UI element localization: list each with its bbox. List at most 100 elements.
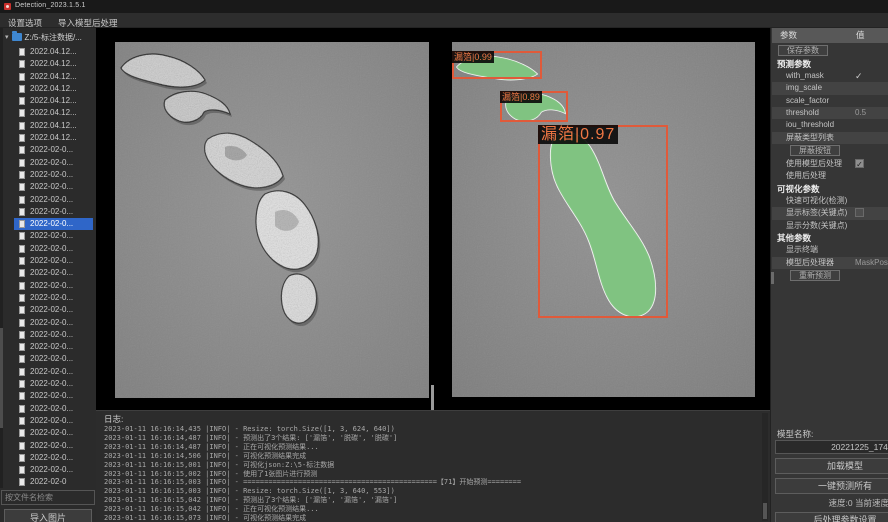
tree-item[interactable]: 2022-02-0... <box>14 218 93 230</box>
panel-splitter[interactable] <box>429 28 452 410</box>
tree-item-label: 2022-02-0... <box>30 182 73 191</box>
check-icon: ✓ <box>855 71 863 81</box>
param-label: 显示终端 <box>786 244 818 256</box>
tree-item[interactable]: 2022.04.12... <box>0 58 93 70</box>
tree-item[interactable]: 2022-02-0... <box>0 415 93 427</box>
tree-item[interactable]: 2022-02-0... <box>0 390 93 402</box>
tree-item[interactable]: 2022-02-0... <box>0 144 93 156</box>
tree-item[interactable]: 2022-02-0... <box>0 317 93 329</box>
detection-bounding-box: 漏箔|0.89 <box>500 91 568 122</box>
predict-all-button[interactable]: 一键预测所有 <box>775 478 888 494</box>
tree-item[interactable]: 2022-02-0... <box>0 452 93 464</box>
param-row[interactable]: 使用模型后处理✓ <box>772 158 888 170</box>
log-line: 2023-01-11 16:16:15,073 |INFO| - 可视化预测结果… <box>104 514 754 521</box>
tree-item[interactable]: 2022-02-0... <box>0 341 93 353</box>
tree-item[interactable]: 2022-02-0... <box>0 292 93 304</box>
tree-item[interactable]: 2022-02-0... <box>0 280 93 292</box>
param-button[interactable]: 保存参数 <box>778 45 828 56</box>
file-icon <box>19 343 25 351</box>
param-row[interactable]: 快速可视化(检测) <box>772 195 888 207</box>
file-icon <box>19 122 25 130</box>
tree-item[interactable]: 2022.04.12... <box>0 95 93 107</box>
param-row[interactable]: scale_factor <box>772 95 888 107</box>
tree-item-label: 2022-02-0... <box>30 207 73 216</box>
tree-item[interactable]: 2022-02-0 <box>0 476 93 488</box>
file-tree-panel: ▾Z:/5-标注数据/... 2022.04.12...2022.04.12..… <box>0 28 96 522</box>
file-icon <box>19 134 25 142</box>
tree-item[interactable]: 2022-02-0... <box>0 181 93 193</box>
tree-root-folder[interactable]: ▾Z:/5-标注数据/... <box>5 32 82 44</box>
param-row[interactable]: threshold0.5 <box>772 107 888 119</box>
tree-root-label: Z:/5-标注数据/... <box>25 33 82 42</box>
tree-item[interactable]: 2022-02-0... <box>0 353 93 365</box>
param-button-row: 屏蔽按钮 <box>772 144 888 158</box>
param-row[interactable]: iou_threshold <box>772 119 888 131</box>
model-name-field[interactable]: 20221225_174813 <box>775 440 888 454</box>
param-row[interactable]: 显示终端 <box>772 244 888 256</box>
file-icon <box>19 220 25 228</box>
param-checkbox[interactable] <box>855 208 864 217</box>
param-row[interactable]: 模型后处理器MaskPostPro <box>772 257 888 269</box>
tree-item[interactable]: 2022-02-0... <box>0 243 93 255</box>
tree-item-label: 2022-02-0... <box>30 195 73 204</box>
file-icon <box>19 380 25 388</box>
import-image-button[interactable]: 导入图片 <box>4 509 92 522</box>
tree-item[interactable]: 2022-02-0... <box>0 230 93 242</box>
tree-item[interactable]: 2022.04.12... <box>0 83 93 95</box>
load-model-button[interactable]: 加载模型 <box>775 458 888 474</box>
tree-item[interactable]: 2022-02-0... <box>0 440 93 452</box>
tree-item-label: 2022-02-0... <box>30 219 73 228</box>
file-icon <box>19 48 25 56</box>
log-line: 2023-01-11 16:16:15,003 |INFO| - Resize:… <box>104 487 754 496</box>
tree-item[interactable]: 2022-02-0... <box>0 464 93 476</box>
filename-search-input[interactable]: 按文件名检索 <box>1 490 95 505</box>
tree-item[interactable]: 2022-02-0... <box>0 403 93 415</box>
param-row[interactable]: 使用后处理 <box>772 170 888 182</box>
tree-item[interactable]: 2022-02-0... <box>0 157 93 169</box>
tree-item-list: 2022.04.12...2022.04.12...2022.04.12...2… <box>0 46 93 488</box>
param-row[interactable]: 显示标签(关键点) <box>772 207 888 219</box>
log-line: 2023-01-11 16:16:15,001 |INFO| - 可视化json… <box>104 461 754 470</box>
file-icon <box>19 442 25 450</box>
param-row[interactable]: img_scale <box>772 82 888 94</box>
tree-item[interactable]: 2022-02-0... <box>0 304 93 316</box>
tree-item[interactable]: 2022.04.12... <box>0 132 93 144</box>
param-row[interactable]: 屏蔽类型列表 <box>772 132 888 144</box>
param-section-title: 其他参数 <box>772 232 888 244</box>
tree-item[interactable]: 2022-02-0... <box>0 206 93 218</box>
menu-item-0[interactable]: 设置选项 <box>0 15 50 29</box>
menu-item-1[interactable]: 导入模型后处理 <box>50 15 126 29</box>
param-section-title: 预测参数 <box>772 58 888 70</box>
param-checkbox[interactable]: ✓ <box>855 159 864 168</box>
prediction-image-viewer[interactable]: 漏箔|0.99漏箔|0.89漏箔|0.97 <box>452 42 755 397</box>
tree-item[interactable]: 2022-02-0... <box>0 329 93 341</box>
log-scrollbar[interactable] <box>762 413 768 521</box>
tree-item[interactable]: 2022-02-0... <box>0 255 93 267</box>
postprocess-settings-button[interactable]: 后处理参数设置 <box>775 512 888 522</box>
param-button[interactable]: 屏蔽按钮 <box>790 145 840 156</box>
param-row[interactable]: 显示分数(关键点) <box>772 220 888 232</box>
tree-item-label: 2022-02-0... <box>30 330 73 339</box>
splitter-handle[interactable] <box>431 385 434 410</box>
param-row[interactable]: with_mask✓ <box>772 70 888 82</box>
file-icon <box>19 97 25 105</box>
log-scrollbar-thumb[interactable] <box>763 503 767 519</box>
param-button[interactable]: 重新预测 <box>790 270 840 281</box>
file-icon <box>19 319 25 327</box>
file-icon <box>19 478 25 486</box>
tree-item[interactable]: 2022.04.12... <box>0 71 93 83</box>
detection-overlay-layer: 漏箔|0.99漏箔|0.89漏箔|0.97 <box>452 42 755 397</box>
tree-item[interactable]: 2022-02-0... <box>0 267 93 279</box>
tree-item[interactable]: 2022.04.12... <box>0 107 93 119</box>
tree-item[interactable]: 2022.04.12... <box>0 46 93 58</box>
tree-item[interactable]: 2022.04.12... <box>0 120 93 132</box>
tree-item[interactable]: 2022-02-0... <box>0 427 93 439</box>
tree-item[interactable]: 2022-02-0... <box>0 194 93 206</box>
value-column-header: 值 <box>856 28 865 43</box>
tree-item-label: 2022-02-0... <box>30 428 73 437</box>
tree-item[interactable]: 2022-02-0... <box>0 378 93 390</box>
file-icon <box>19 405 25 413</box>
tree-item[interactable]: 2022-02-0... <box>0 169 93 181</box>
original-image-viewer[interactable] <box>115 42 429 398</box>
tree-item[interactable]: 2022-02-0... <box>0 366 93 378</box>
